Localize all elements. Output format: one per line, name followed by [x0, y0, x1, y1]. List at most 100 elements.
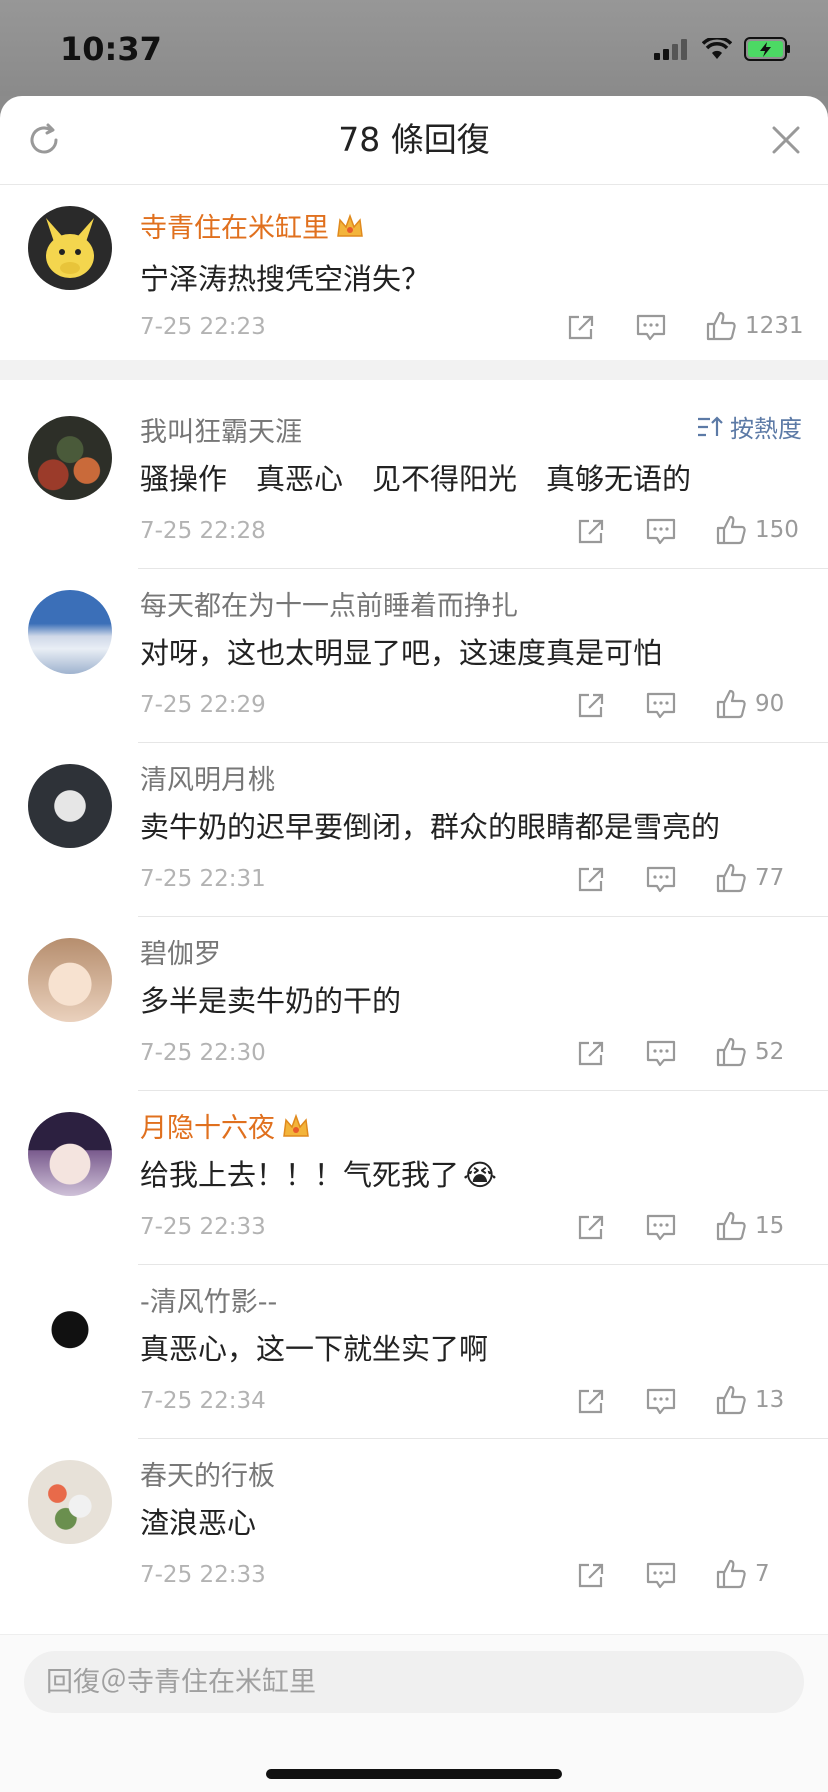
- wifi-icon: [702, 38, 732, 59]
- like-icon: [716, 1559, 746, 1589]
- avatar[interactable]: [28, 416, 112, 500]
- status-bar: 10:37: [0, 0, 828, 96]
- like-icon: [716, 1211, 746, 1241]
- like-button[interactable]: 77: [715, 862, 784, 894]
- like-count: 13: [755, 1387, 785, 1413]
- like-icon: [716, 863, 746, 893]
- like-icon: [716, 515, 746, 545]
- comment-icon[interactable]: [645, 865, 677, 895]
- section-divider: [0, 360, 828, 380]
- reply-text-line: 对呀，这也太明显了吧，这速度真是可怕: [140, 630, 662, 672]
- reply-text-line: 给我上去！！！气死我了 😭: [140, 1152, 497, 1194]
- crown-icon: [283, 1113, 309, 1137]
- avatar[interactable]: [28, 1460, 112, 1544]
- crown-icon: [337, 213, 363, 237]
- avatar[interactable]: [28, 206, 112, 290]
- avatar[interactable]: [28, 590, 112, 674]
- reply-text: 真恶心，这一下就坐实了啊: [140, 1332, 489, 1366]
- signal-icon: [654, 39, 687, 60]
- reply-name[interactable]: 月隐十六夜: [140, 1106, 311, 1145]
- share-icon[interactable]: [576, 691, 606, 719]
- comment-sheet: 78 條回復 寺青住在米缸里 宁泽涛热搜凭空消失？ 7-25 22:23 123…: [0, 96, 828, 1792]
- home-indicator[interactable]: [266, 1769, 562, 1779]
- main-comment-time: 7-25 22:23: [140, 314, 266, 340]
- reply-bar: [0, 1634, 828, 1792]
- row-divider: [138, 1438, 828, 1439]
- avatar[interactable]: [28, 938, 112, 1022]
- share-icon[interactable]: [576, 1039, 606, 1067]
- comment-icon[interactable]: [645, 691, 677, 721]
- reply-name[interactable]: 每天都在为十一点前睡着而挣扎: [140, 584, 518, 623]
- row-divider: [138, 1264, 828, 1265]
- reply-time: 7-25 22:31: [140, 866, 266, 892]
- reply-name[interactable]: 我叫狂霸天涯: [140, 410, 302, 449]
- reply-time: 7-25 22:29: [140, 692, 266, 718]
- refresh-icon[interactable]: [26, 122, 62, 158]
- reply-text-line: 骚操作 真恶心 见不得阳光 真够无语的: [140, 456, 691, 498]
- main-comment-name[interactable]: 寺青住在米缸里: [140, 206, 365, 245]
- share-icon[interactable]: [576, 517, 606, 545]
- like-button[interactable]: 15: [715, 1210, 784, 1242]
- reply-name[interactable]: 碧伽罗: [140, 932, 221, 971]
- share-icon[interactable]: [576, 865, 606, 893]
- row-divider: [138, 568, 828, 569]
- reply-name[interactable]: 春天的行板: [140, 1454, 275, 1493]
- like-button[interactable]: 52: [715, 1036, 784, 1068]
- status-time: 10:37: [60, 30, 162, 68]
- sort-icon: [698, 415, 723, 436]
- crying-emoji-icon: 😭: [463, 1158, 497, 1192]
- share-icon[interactable]: [576, 1387, 606, 1415]
- comment-icon[interactable]: [645, 1387, 677, 1417]
- reply-name[interactable]: -清风竹影--: [140, 1280, 277, 1319]
- avatar[interactable]: [28, 1286, 112, 1370]
- like-count: 150: [755, 517, 799, 543]
- like-count: 15: [755, 1213, 785, 1239]
- avatar[interactable]: [28, 1112, 112, 1196]
- row-divider: [138, 742, 828, 743]
- like-count: 7: [755, 1561, 770, 1587]
- share-icon[interactable]: [566, 313, 596, 341]
- reply-text: 多半是卖牛奶的干的: [140, 984, 402, 1018]
- comment-icon[interactable]: [645, 517, 677, 547]
- like-button[interactable]: 150: [715, 514, 799, 546]
- reply-text: 骚操作 真恶心 见不得阳光 真够无语的: [140, 462, 692, 496]
- sheet-title: 78 條回復: [338, 120, 490, 159]
- comment-icon[interactable]: [635, 313, 667, 343]
- reply-text: 卖牛奶的迟早要倒闭，群众的眼睛都是雪亮的: [140, 810, 721, 844]
- reply-input[interactable]: [24, 1651, 804, 1713]
- like-button[interactable]: 90: [715, 688, 784, 720]
- reply-time: 7-25 22:34: [140, 1388, 266, 1414]
- reply-text-line: 真恶心，这一下就坐实了啊: [140, 1326, 488, 1368]
- row-divider: [138, 916, 828, 917]
- row-divider: [138, 1090, 828, 1091]
- battery-icon: [744, 37, 790, 61]
- close-icon[interactable]: [770, 124, 802, 156]
- like-count: 52: [755, 1039, 785, 1065]
- status-icons: [654, 34, 792, 64]
- reply-time: 7-25 22:33: [140, 1562, 266, 1588]
- share-icon[interactable]: [576, 1561, 606, 1589]
- like-button[interactable]: 13: [715, 1384, 784, 1416]
- avatar[interactable]: [28, 764, 112, 848]
- sort-label: 按熱度: [730, 415, 802, 443]
- reply-text: 渣浪恶心: [140, 1506, 257, 1540]
- reply-text-line: 渣浪恶心: [140, 1500, 256, 1542]
- reply-text: 对呀，这也太明显了吧，这速度真是可怕: [140, 636, 663, 670]
- comment-icon[interactable]: [645, 1039, 677, 1069]
- reply-text-line: 多半是卖牛奶的干的: [140, 978, 401, 1020]
- like-count: 90: [755, 691, 785, 717]
- reply-text-line: 卖牛奶的迟早要倒闭，群众的眼睛都是雪亮的: [140, 804, 720, 846]
- reply-time: 7-25 22:33: [140, 1214, 266, 1240]
- like-button[interactable]: 1231: [705, 310, 804, 342]
- comment-icon[interactable]: [645, 1213, 677, 1243]
- comment-icon[interactable]: [645, 1561, 677, 1591]
- reply-time: 7-25 22:28: [140, 518, 266, 544]
- like-count: 77: [755, 865, 785, 891]
- share-icon[interactable]: [576, 1213, 606, 1241]
- like-icon: [716, 1385, 746, 1415]
- sort-button[interactable]: 按熱度: [696, 409, 802, 444]
- reply-name[interactable]: 清风明月桃: [140, 758, 275, 797]
- reply-text: 给我上去！！！气死我了: [140, 1158, 460, 1192]
- like-button[interactable]: 7: [715, 1558, 770, 1590]
- reply-time: 7-25 22:30: [140, 1040, 266, 1066]
